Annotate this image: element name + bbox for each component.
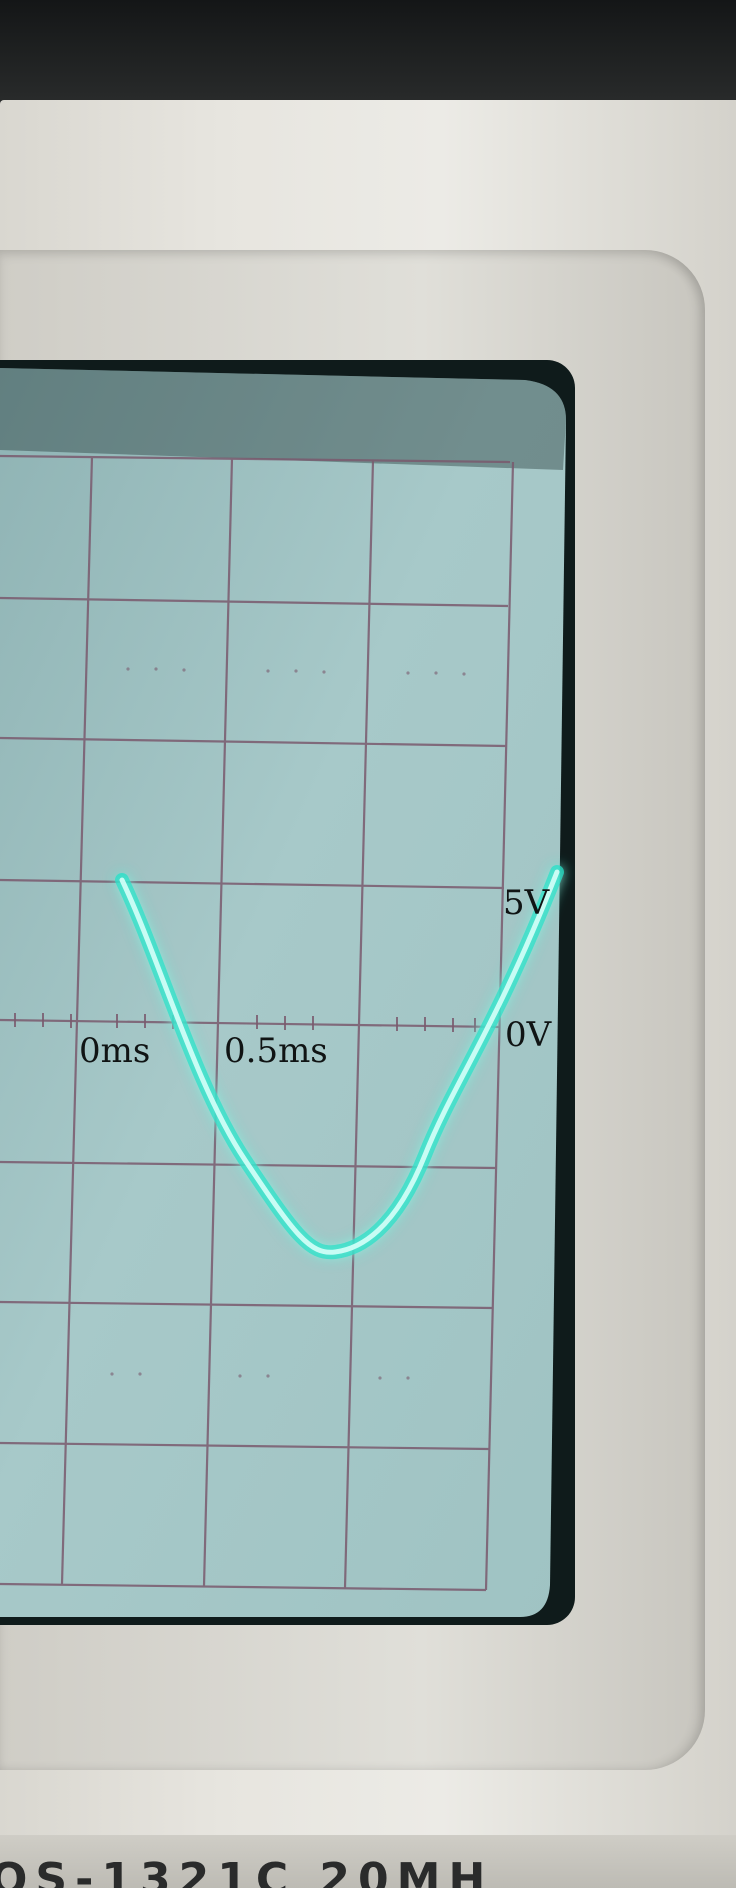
grid-dot [462,672,466,676]
grid-dot [154,667,158,671]
grid-dot [406,1376,410,1380]
time-label-0ms: 0ms [79,1031,151,1071]
grid-dot [406,671,410,675]
grid-dot [138,1372,142,1376]
grid-dot [434,671,438,675]
time-label-0-5ms: 0.5ms [224,1031,328,1071]
grid-dot [294,669,298,673]
voltage-label-5v: 5V [503,883,550,923]
grid-dot [110,1372,114,1376]
grid-dot [378,1376,382,1380]
grid-dot [266,669,270,673]
grid-dot [238,1374,242,1378]
voltage-label-0v: 0V [505,1015,552,1055]
crt-face [0,368,566,1617]
grid-dot [126,667,130,671]
oscilloscope-screen [0,368,566,1617]
grid-dot [266,1374,270,1378]
oscilloscope-photo: 5V 0V 0ms 0.5ms OS-1321C 20MH [0,0,736,1888]
model-plate-text: OS-1321C 20MH [0,1854,494,1888]
grid-dot [322,670,326,674]
grid-dot [182,668,186,672]
